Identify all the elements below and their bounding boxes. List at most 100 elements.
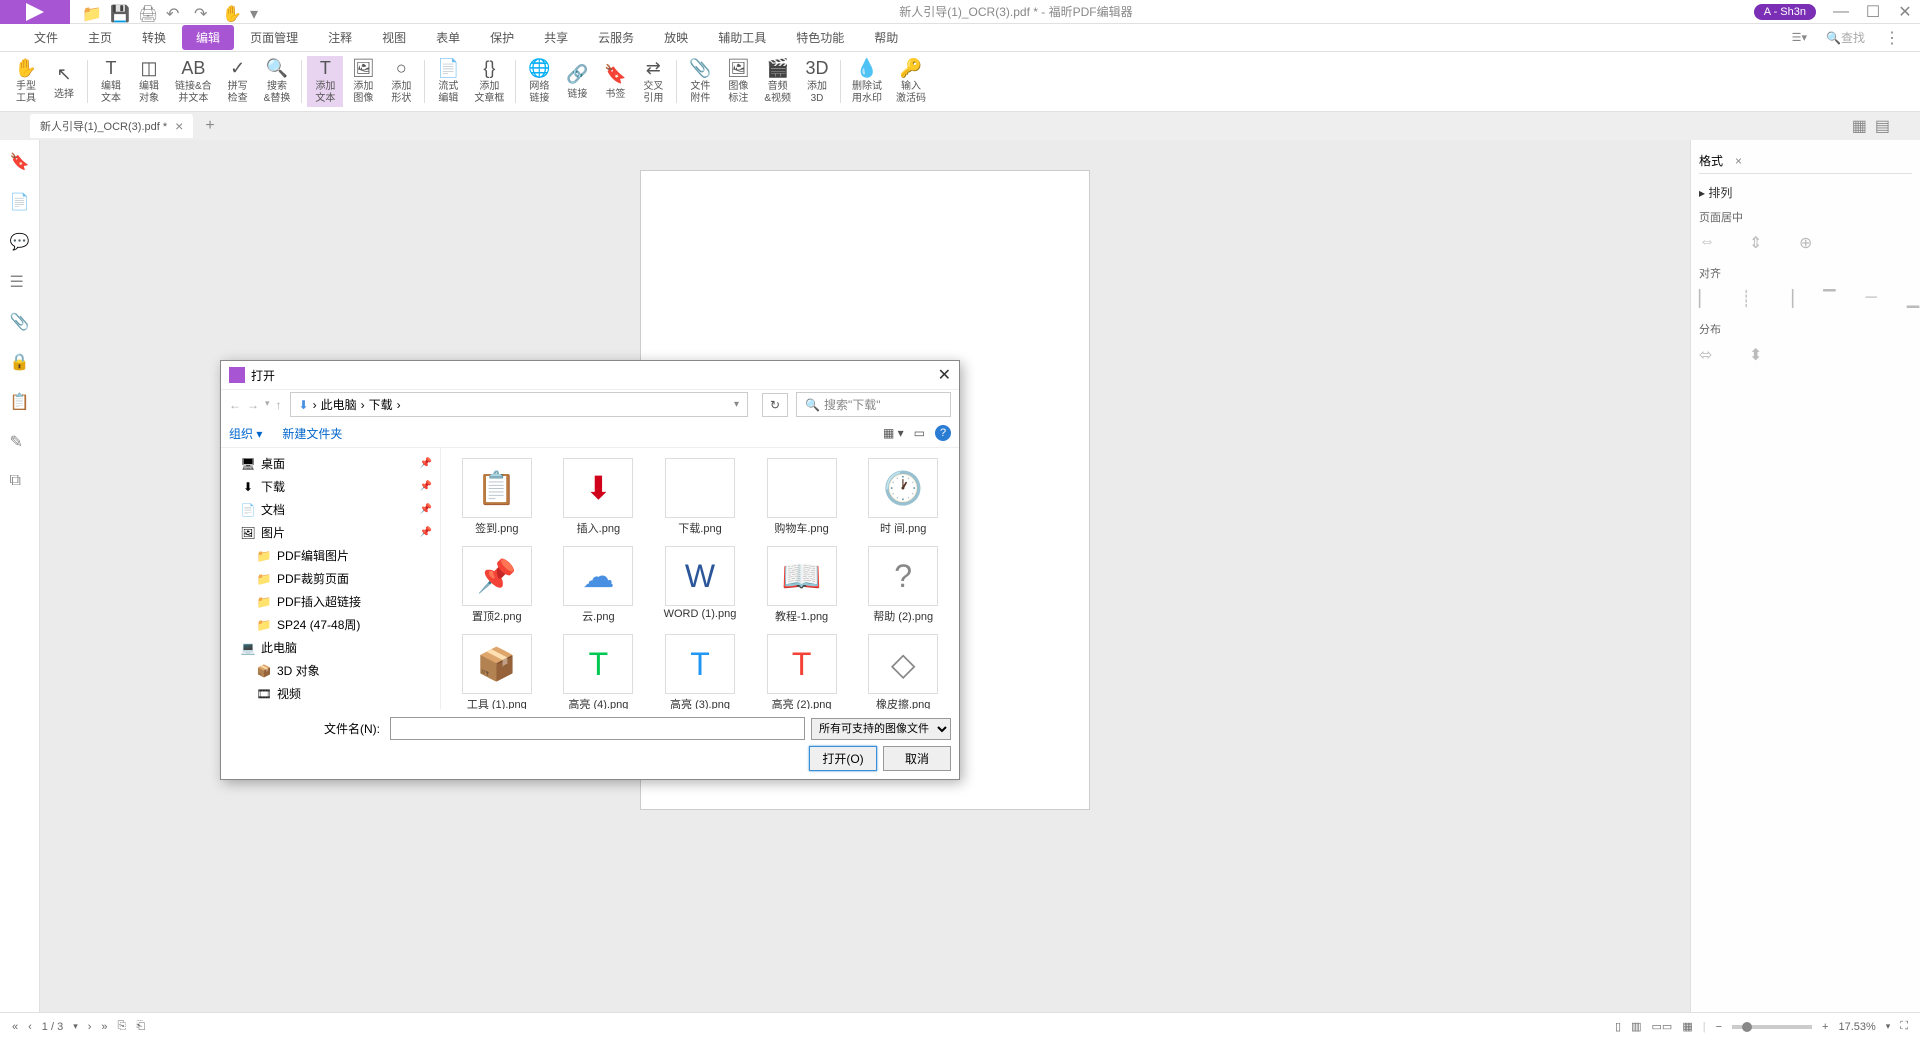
hand-icon[interactable]: ✋ (222, 4, 238, 20)
compare-icon[interactable]: ⧉ (10, 472, 30, 492)
file-item[interactable]: 下载.png (652, 456, 748, 538)
attachments-icon[interactable]: 📎 (10, 312, 30, 332)
file-item[interactable]: 📦工具 (1).png (449, 632, 545, 709)
menu-编辑[interactable]: 编辑 (182, 25, 234, 50)
search-box[interactable]: 🔍 查找 (1817, 26, 1874, 49)
tab-close-icon[interactable]: × (175, 118, 183, 134)
fullscreen-icon[interactable]: ⛶ (1900, 1020, 1908, 1033)
tab-add-button[interactable]: + (205, 117, 214, 135)
menu-云服务[interactable]: 云服务 (584, 25, 648, 50)
folder-tree[interactable]: 🖥桌面📌⬇下载📌📄文档📌🖼图片📌📁PDF编辑图片📁PDF裁剪页面📁PDF插入超链… (221, 448, 441, 709)
ribbon-文件附件[interactable]: 📎文件 附件 (682, 56, 718, 107)
form-icon[interactable]: 📋 (10, 392, 30, 412)
distribute-v-icon[interactable]: ⬍ (1749, 345, 1769, 365)
align-right-icon[interactable]: ▕ (1781, 289, 1793, 309)
qat-more-icon[interactable]: ▾ (250, 4, 266, 20)
zoom-dropdown-icon[interactable]: ▾ (1886, 1021, 1891, 1032)
maximize-button[interactable]: ☐ (1858, 0, 1888, 24)
filetype-filter[interactable]: 所有可支持的图像文件 (*.bmp (811, 718, 951, 740)
address-bar[interactable]: ⬇ › 此电脑 › 下载 › ▾ (290, 392, 748, 417)
help-icon[interactable]: ? (935, 425, 951, 441)
file-item[interactable]: T高亮 (4).png (551, 632, 647, 709)
align-middle-icon[interactable]: ─ (1866, 289, 1877, 309)
ribbon-流式编辑[interactable]: 📄流式 编辑 (430, 56, 466, 107)
menu-保护[interactable]: 保护 (476, 25, 528, 50)
menu-特色功能[interactable]: 特色功能 (782, 25, 858, 50)
ribbon-链接&合并文本[interactable]: AB链接&合 并文本 (169, 56, 218, 107)
panel-tab[interactable]: 格式 × (1699, 148, 1912, 174)
open-icon[interactable]: 📁 (82, 4, 98, 20)
ribbon-编辑对象[interactable]: ◫编辑 对象 (131, 56, 167, 107)
ribbon-手型工具[interactable]: ✋手型 工具 (8, 56, 44, 107)
menu-表单[interactable]: 表单 (422, 25, 474, 50)
menu-主页[interactable]: 主页 (74, 25, 126, 50)
tree-item[interactable]: 🖼图片📌 (221, 521, 440, 544)
align-top-icon[interactable]: ▔ (1823, 289, 1835, 309)
menu-帮助[interactable]: 帮助 (860, 25, 912, 50)
view-facing-icon[interactable]: ▭▭ (1652, 1020, 1673, 1033)
new-folder-button[interactable]: 新建文件夹 (282, 425, 342, 442)
sb-icon2[interactable]: ⎗ (136, 1020, 145, 1033)
file-item[interactable]: T高亮 (2).png (754, 632, 850, 709)
menu-转换[interactable]: 转换 (128, 25, 180, 50)
ribbon-图像标注[interactable]: 🖼图像 标注 (720, 56, 756, 107)
nav-forward-icon[interactable]: → (247, 398, 259, 412)
first-page-icon[interactable]: « (12, 1021, 18, 1033)
tree-item[interactable]: 🖥桌面📌 (221, 452, 440, 475)
menu-页面管理[interactable]: 页面管理 (236, 25, 312, 50)
file-item[interactable]: ☁云.png (551, 544, 647, 626)
file-item[interactable]: 购物车.png (754, 456, 850, 538)
print-icon[interactable]: 🖨 (138, 4, 154, 20)
view-grid-icon[interactable]: ▦ (1852, 116, 1867, 136)
align-bottom-icon[interactable]: ▁ (1907, 289, 1919, 309)
bookmark-icon[interactable]: 🔖 (10, 152, 30, 172)
menu-文件[interactable]: 文件 (20, 25, 72, 50)
next-page-icon[interactable]: › (88, 1021, 92, 1033)
signature-icon[interactable]: ✎ (10, 432, 30, 452)
tree-item[interactable]: 📦3D 对象 (221, 659, 440, 682)
minimize-button[interactable]: — (1826, 0, 1856, 24)
layers-icon[interactable]: ☰ (10, 272, 30, 292)
open-button[interactable]: 打开(O) (809, 746, 877, 771)
tree-item[interactable]: 📁PDF裁剪页面 (221, 567, 440, 590)
ribbon-选择[interactable]: ↖选择 (46, 56, 82, 107)
menu-视图[interactable]: 视图 (368, 25, 420, 50)
comments-icon[interactable]: 💬 (10, 232, 30, 252)
ribbon-添加图像[interactable]: 🖼添加 图像 (345, 56, 381, 107)
ribbon-编辑文本[interactable]: T编辑 文本 (93, 56, 129, 107)
close-button[interactable]: ✕ (1890, 0, 1920, 24)
ribbon-添加形状[interactable]: ○添加 形状 (383, 56, 419, 107)
dialog-close-icon[interactable]: ✕ (938, 365, 951, 385)
menu-共享[interactable]: 共享 (530, 25, 582, 50)
ribbon-链接[interactable]: 🔗链接 (559, 56, 595, 107)
nav-back-icon[interactable]: ← (229, 398, 241, 412)
tree-item[interactable]: 🎞视频 (221, 682, 440, 705)
page-indicator[interactable]: 1 / 3 (42, 1021, 63, 1033)
preview-toggle-button[interactable]: ▭ (914, 426, 925, 440)
last-page-icon[interactable]: » (101, 1021, 107, 1033)
ribbon-搜索&替换[interactable]: 🔍搜索 &替换 (258, 56, 297, 107)
menu-放映[interactable]: 放映 (650, 25, 702, 50)
save-icon[interactable]: 💾 (110, 4, 126, 20)
file-item[interactable]: 📖教程-1.png (754, 544, 850, 626)
file-item[interactable]: 📋签到.png (449, 456, 545, 538)
align-center-icon[interactable]: ┊ (1741, 289, 1751, 309)
tree-item[interactable]: ⬇下载📌 (221, 475, 440, 498)
document-tab[interactable]: 新人引导(1)_OCR(3).pdf * × (30, 114, 193, 138)
nav-up-icon[interactable]: ↑ (276, 398, 282, 412)
menu-注释[interactable]: 注释 (314, 25, 366, 50)
panel-close-icon[interactable]: × (1735, 154, 1742, 168)
file-item[interactable]: WWORD (1).png (652, 544, 748, 626)
file-item[interactable]: ⬇插入.png (551, 456, 647, 538)
file-grid[interactable]: 📋签到.png⬇插入.png 下载.png 购物车.png🕐时 间.png📌置顶… (441, 448, 959, 709)
refresh-button[interactable]: ↻ (762, 393, 788, 417)
pages-icon[interactable]: 📄 (10, 192, 30, 212)
nav-history-icon[interactable]: ▾ (265, 398, 270, 412)
ribbon-拼写检查[interactable]: ✓拼写 检查 (220, 56, 256, 107)
security-icon[interactable]: 🔒 (10, 352, 30, 372)
ribbon-删除试用水印[interactable]: 💧删除试 用水印 (846, 56, 888, 107)
center-both-icon[interactable]: ⊕ (1799, 233, 1819, 253)
filename-input[interactable] (390, 717, 805, 740)
center-h-icon[interactable]: ⇔ (1699, 233, 1719, 253)
align-left-icon[interactable]: ▏ (1699, 289, 1711, 309)
